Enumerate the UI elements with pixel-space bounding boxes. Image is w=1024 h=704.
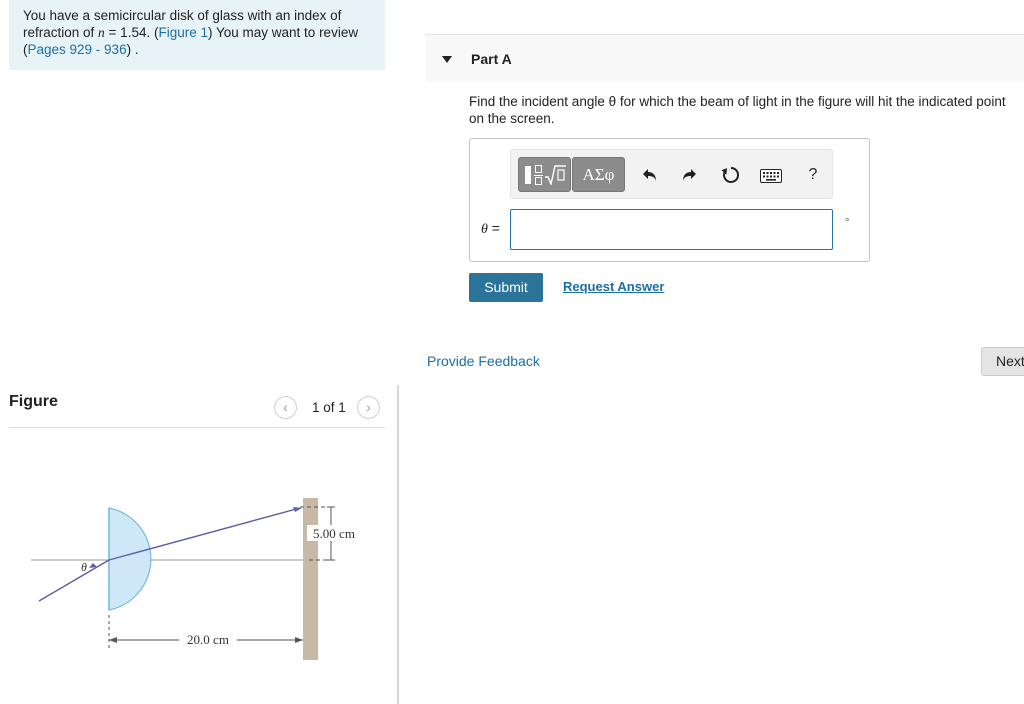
problem-text-part2: = 1.54. ( <box>104 25 159 40</box>
left-column: You have a semicircular disk of glass wi… <box>0 0 397 704</box>
help-icon: ? <box>808 166 818 183</box>
provide-feedback-link[interactable]: Provide Feedback <box>427 353 540 369</box>
answer-panel: ΑΣφ ? θ = ° <box>469 138 870 262</box>
part-a-title: Part A <box>471 51 512 67</box>
undo-icon <box>643 169 656 181</box>
theta-input-label: θ = <box>481 220 500 237</box>
figure-diagram: 5.00 cm θ 20.0 cm <box>31 498 361 660</box>
redo-icon <box>683 169 696 181</box>
theta-answer-input[interactable] <box>510 209 833 250</box>
part-a-header[interactable]: Part A <box>426 34 1024 82</box>
redo-button[interactable] <box>677 163 701 187</box>
caret-down-icon <box>442 56 452 63</box>
incident-beam <box>38 559 110 602</box>
problem-text-end: ) . <box>126 42 139 57</box>
degree-unit-label: ° <box>845 217 850 229</box>
next-button[interactable]: Next <box>981 347 1024 376</box>
keyboard-icon <box>760 169 782 183</box>
question-text: Find the incident angle θ for which the … <box>469 94 1006 126</box>
chevron-right-icon: › <box>366 399 371 415</box>
figure-link[interactable]: Figure 1 <box>158 25 208 40</box>
problem-statement: You have a semicircular disk of glass wi… <box>9 0 385 70</box>
request-answer-link[interactable]: Request Answer <box>563 279 664 294</box>
undo-button[interactable] <box>638 163 662 187</box>
greek-symbols-button[interactable]: ΑΣφ <box>572 157 625 192</box>
figure-title: Figure <box>9 393 58 410</box>
pages-link[interactable]: Pages 929 - 936 <box>28 42 127 57</box>
figure-header: Figure ‹ 1 of 1 › <box>9 392 385 428</box>
figure-page-count: 1 of 1 <box>312 400 346 415</box>
templates-button[interactable] <box>518 157 571 192</box>
theta-label: θ <box>81 560 87 574</box>
distance-arrow-right <box>295 637 303 643</box>
fraction-root-template-icon <box>525 165 566 185</box>
reset-button[interactable] <box>719 163 743 187</box>
n-symbol: n <box>98 25 105 40</box>
distance-arrow-left <box>109 637 117 643</box>
right-column: Part A Find the incident angle θ for whi… <box>399 0 1024 704</box>
screen <box>303 498 318 660</box>
chevron-left-icon: ‹ <box>283 399 288 415</box>
distance-label: 20.0 cm <box>187 632 229 647</box>
help-button[interactable]: ? <box>801 163 825 187</box>
refracted-beam-arrow <box>293 507 302 512</box>
reset-icon <box>721 166 740 183</box>
submit-button[interactable]: Submit <box>469 273 543 302</box>
math-toolbar: ΑΣφ ? <box>510 149 833 199</box>
next-figure-button[interactable]: › <box>357 396 380 419</box>
prev-figure-button[interactable]: ‹ <box>274 396 297 419</box>
height-label: 5.00 cm <box>313 526 355 541</box>
keyboard-button[interactable] <box>759 163 783 187</box>
